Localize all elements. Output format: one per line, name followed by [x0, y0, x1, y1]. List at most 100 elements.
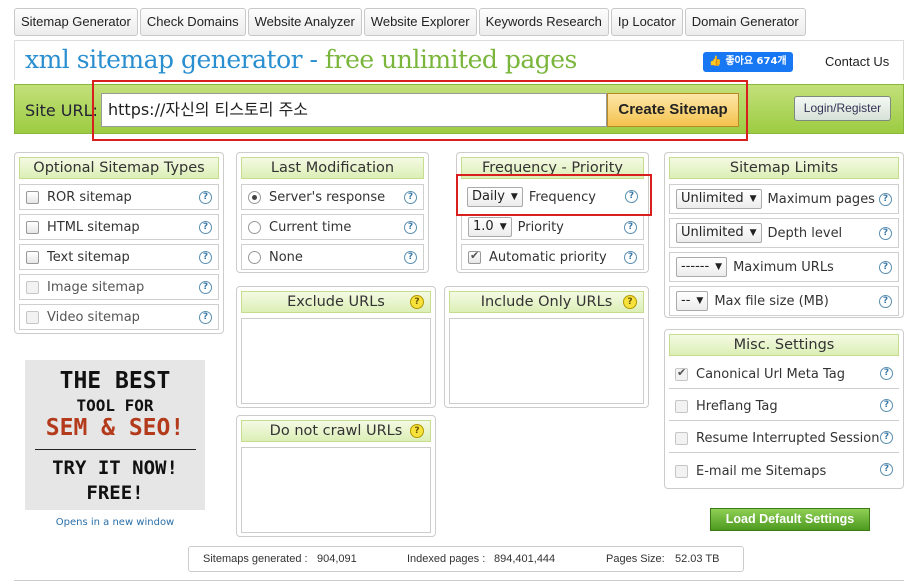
help-icon[interactable]: ? — [880, 431, 893, 444]
option-image-sitemap[interactable]: Image sitemap ? — [19, 274, 219, 300]
help-icon[interactable]: ? — [199, 221, 212, 234]
promo-banner[interactable]: THE BEST TOOL FOR SEM & SEO! TRY IT NOW!… — [25, 360, 205, 510]
lastmod-none[interactable]: None ? — [241, 244, 424, 270]
option-label: Server's response — [269, 189, 386, 205]
max-pages-row: Unlimited ▼ Maximum pages ? — [669, 184, 899, 214]
help-icon[interactable]: ? — [880, 463, 893, 476]
create-sitemap-button[interactable]: Create Sitemap — [607, 93, 739, 127]
radio-button[interactable] — [248, 190, 261, 204]
help-icon[interactable]: ? — [624, 221, 637, 234]
option-text-sitemap[interactable]: Text sitemap ? — [19, 244, 219, 270]
exclude-urls-title-text: Exclude URLs — [287, 294, 385, 310]
stats-size-label: Pages Size: — [606, 553, 665, 565]
promo-line-5: FREE! — [86, 482, 144, 504]
max-pages-select[interactable]: Unlimited ▼ — [676, 189, 762, 209]
contact-link[interactable]: Contact Us — [825, 54, 889, 69]
do-not-crawl-urls-panel: Do not crawl URLs? — [236, 415, 436, 537]
help-icon[interactable]: ? — [199, 191, 212, 204]
max-file-size-row: -- ▼ Max file size (MB) ? — [669, 286, 899, 316]
help-icon[interactable]: ? — [625, 190, 638, 203]
facebook-like-button[interactable]: 👍 좋아요 674개 — [703, 52, 793, 72]
radio-button[interactable] — [248, 250, 261, 264]
checkbox[interactable] — [675, 400, 688, 413]
depth-level-value: Unlimited — [681, 225, 744, 240]
tab-keywords-research[interactable]: Keywords Research — [478, 8, 609, 36]
misc-canonical-row[interactable]: Canonical Url Meta Tag ? — [669, 361, 899, 389]
checkbox[interactable] — [26, 190, 39, 204]
option-label: Video sitemap — [47, 309, 140, 325]
help-icon[interactable]: ? — [404, 221, 417, 234]
help-icon[interactable]: ? — [404, 251, 417, 264]
help-icon[interactable]: ? — [199, 251, 212, 264]
tab-domain-generator[interactable]: Domain Generator — [684, 8, 806, 36]
max-file-size-select[interactable]: -- ▼ — [676, 291, 709, 311]
checkbox[interactable] — [26, 250, 39, 264]
help-icon[interactable]: ? — [199, 281, 212, 294]
depth-level-select[interactable]: Unlimited ▼ — [676, 223, 762, 243]
tab-website-analyzer[interactable]: Website Analyzer — [247, 8, 362, 36]
help-icon[interactable]: ? — [880, 367, 893, 380]
help-icon[interactable]: ? — [623, 295, 637, 309]
facebook-like-count: 좋아요 674개 — [725, 56, 787, 67]
stats-indexed-value: 894,401,444 — [494, 553, 556, 565]
help-icon[interactable]: ? — [410, 424, 424, 438]
do-not-crawl-urls-title: Do not crawl URLs? — [241, 420, 431, 442]
do-not-crawl-urls-textarea[interactable] — [241, 447, 431, 533]
stats-generated-value: 904,091 — [317, 553, 357, 565]
max-urls-select[interactable]: ------ ▼ — [676, 257, 728, 277]
radio-button[interactable] — [248, 220, 261, 234]
checkbox[interactable] — [26, 220, 39, 234]
load-default-settings-button[interactable]: Load Default Settings — [710, 508, 870, 531]
include-only-urls-textarea[interactable] — [449, 318, 644, 404]
help-icon[interactable]: ? — [404, 191, 417, 204]
misc-resume-row[interactable]: Resume Interrupted Session ? — [669, 425, 899, 453]
frequency-row: Daily ▼ Frequency ? — [461, 184, 644, 210]
lastmod-servers-response[interactable]: Server's response ? — [241, 184, 424, 210]
checkbox[interactable] — [468, 249, 481, 264]
max-file-size-label: Max file size (MB) — [714, 293, 829, 309]
checkbox[interactable] — [675, 432, 688, 445]
help-icon[interactable]: ? — [880, 399, 893, 412]
help-icon[interactable]: ? — [624, 251, 637, 264]
option-ror-sitemap[interactable]: ROR sitemap ? — [19, 184, 219, 210]
max-urls-label: Maximum URLs — [733, 259, 834, 275]
tab-check-domains[interactable]: Check Domains — [139, 8, 246, 36]
chevron-down-icon: ▼ — [510, 192, 518, 202]
checkbox — [26, 310, 39, 324]
help-icon[interactable]: ? — [199, 311, 212, 324]
title-tagline: free unlimited pages — [324, 45, 577, 74]
option-html-sitemap[interactable]: HTML sitemap ? — [19, 214, 219, 240]
checkbox[interactable] — [675, 464, 688, 478]
priority-value: 1.0 — [473, 219, 494, 234]
login-register-button[interactable]: Login/Register — [794, 96, 891, 121]
help-icon[interactable]: ? — [879, 261, 892, 274]
tab-ip-locator[interactable]: Ip Locator — [610, 8, 683, 36]
tab-sitemap-generator[interactable]: Sitemap Generator — [14, 8, 138, 36]
help-icon[interactable]: ? — [879, 193, 892, 206]
option-video-sitemap[interactable]: Video sitemap ? — [19, 304, 219, 330]
include-only-urls-title-text: Include Only URLs — [480, 294, 613, 310]
misc-hreflang-row[interactable]: Hreflang Tag ? — [669, 393, 899, 421]
lastmod-current-time[interactable]: Current time ? — [241, 214, 424, 240]
option-label: None — [269, 249, 303, 265]
page-header: xml sitemap generator - free unlimited p… — [14, 40, 904, 80]
option-label: Canonical Url Meta Tag — [696, 367, 845, 382]
chevron-down-icon: ▼ — [499, 222, 507, 232]
promo-line-3: SEM & SEO! — [45, 415, 185, 441]
exclude-urls-panel: Exclude URLs? — [236, 286, 436, 408]
help-icon[interactable]: ? — [410, 295, 424, 309]
tab-website-explorer[interactable]: Website Explorer — [363, 8, 477, 36]
frequency-select[interactable]: Daily ▼ — [467, 187, 523, 207]
priority-select[interactable]: 1.0 ▼ — [468, 217, 512, 237]
site-url-label: Site URL: — [25, 101, 98, 120]
promo-line-2: TOOL FOR — [76, 396, 154, 415]
automatic-priority-row[interactable]: Automatic priority ? — [461, 244, 644, 270]
misc-settings-panel: Misc. Settings Canonical Url Meta Tag ? … — [664, 329, 904, 489]
site-url-input[interactable]: https://자신의 티스토리 주소 — [101, 93, 607, 127]
optional-sitemap-types-panel: Optional Sitemap Types ROR sitemap ? HTM… — [14, 152, 224, 334]
help-icon[interactable]: ? — [879, 295, 892, 308]
help-icon[interactable]: ? — [879, 227, 892, 240]
misc-email-row[interactable]: E-mail me Sitemaps ? — [669, 457, 899, 485]
checkbox[interactable] — [675, 366, 688, 381]
exclude-urls-textarea[interactable] — [241, 318, 431, 404]
